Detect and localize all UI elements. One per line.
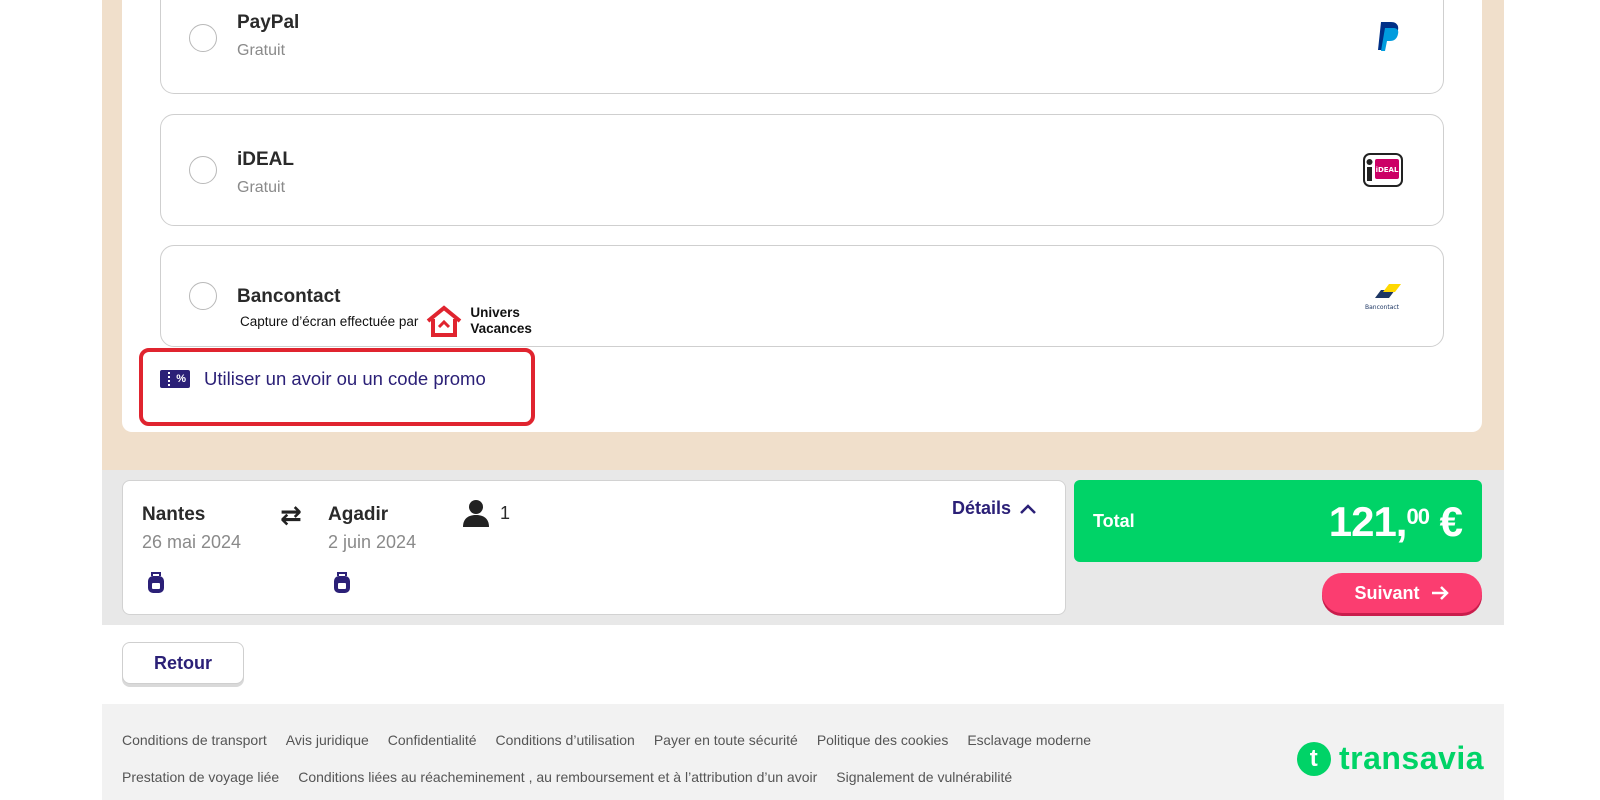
passenger-icon bbox=[463, 500, 489, 527]
arrow-right-icon bbox=[1431, 586, 1449, 600]
total-amount-main: 121, bbox=[1328, 498, 1408, 545]
total-currency: € bbox=[1428, 498, 1463, 545]
round-trip-icon: ⇄ bbox=[280, 500, 302, 530]
transavia-logo-icon: t bbox=[1296, 741, 1331, 776]
chevron-up-icon bbox=[1020, 503, 1036, 514]
origin-date: 26 mai 2024 bbox=[142, 532, 242, 552]
passenger-count: 1 bbox=[462, 499, 510, 527]
radio-bancontact[interactable] bbox=[189, 282, 217, 310]
screenshot-watermark: Capture d’écran effectuée par Univers Va… bbox=[240, 305, 532, 337]
footer-links-row1: Conditions de transport Avis juridique C… bbox=[122, 732, 1091, 748]
footer-link[interactable]: Conditions liées au réacheminement , au … bbox=[298, 769, 817, 785]
ideal-logo-text: iDEAL bbox=[1376, 166, 1399, 174]
destination-city: Agadir bbox=[328, 504, 389, 525]
next-button[interactable]: Suivant bbox=[1322, 573, 1482, 613]
trip-summary-card bbox=[122, 480, 1066, 615]
voucher-icon: % bbox=[160, 370, 190, 388]
checkout-page: PayPal Gratuit iDEAL Gratuit iDEAL Banco… bbox=[0, 0, 1600, 800]
footer-link[interactable]: Esclavage moderne bbox=[967, 732, 1091, 748]
footer-link[interactable]: Conditions d’utilisation bbox=[496, 732, 635, 748]
bancontact-logo-text: Bancontact bbox=[1365, 304, 1400, 311]
footer: Conditions de transport Avis juridique C… bbox=[102, 704, 1504, 800]
total-box: Total 121,00 € bbox=[1074, 480, 1482, 562]
backpack-icon bbox=[334, 572, 350, 593]
total-label: Total bbox=[1093, 511, 1135, 531]
footer-link[interactable]: Signalement de vulnérabilité bbox=[836, 769, 1012, 785]
radio-ideal[interactable] bbox=[189, 156, 217, 184]
ideal-icon: iDEAL bbox=[1363, 153, 1403, 192]
next-label: Suivant bbox=[1354, 582, 1420, 603]
details-toggle[interactable]: Détails bbox=[952, 498, 1037, 519]
footer-link[interactable]: Payer en toute sécurité bbox=[654, 732, 798, 748]
back-label: Retour bbox=[154, 652, 212, 673]
transavia-logo[interactable]: t transavia bbox=[1296, 740, 1484, 777]
total-amount: 121,00 € bbox=[1328, 498, 1463, 546]
bancontact-icon: Bancontact bbox=[1361, 284, 1403, 317]
footer-link[interactable]: Avis juridique bbox=[286, 732, 369, 748]
watermark-brand-line1: Univers bbox=[470, 305, 520, 320]
payment-option-paypal[interactable]: PayPal Gratuit bbox=[160, 0, 1444, 94]
voucher-icon-text: % bbox=[176, 373, 186, 385]
promo-code-label: Utiliser un avoir ou un code promo bbox=[204, 368, 486, 389]
total-amount-cents: 00 bbox=[1406, 504, 1430, 529]
destination-date: 2 juin 2024 bbox=[328, 532, 417, 552]
payment-name: iDEAL bbox=[237, 149, 294, 170]
back-button[interactable]: Retour bbox=[122, 642, 244, 684]
payment-name: PayPal bbox=[237, 12, 300, 33]
payment-price: Gratuit bbox=[237, 179, 286, 196]
house-logo-icon bbox=[427, 305, 462, 337]
radio-paypal[interactable] bbox=[189, 24, 217, 52]
passenger-number: 1 bbox=[500, 502, 511, 523]
footer-links-row2: Prestation de voyage liée Conditions lié… bbox=[122, 769, 1012, 785]
promo-code-link[interactable]: % Utiliser un avoir ou un code promo bbox=[160, 368, 486, 390]
payment-price: Gratuit bbox=[237, 42, 286, 59]
footer-link[interactable]: Confidentialité bbox=[388, 732, 477, 748]
payment-option-ideal[interactable]: iDEAL Gratuit iDEAL bbox=[160, 114, 1444, 226]
watermark-brand-line2: Vacances bbox=[470, 321, 532, 336]
origin-city: Nantes bbox=[142, 504, 206, 525]
footer-link[interactable]: Politique des cookies bbox=[817, 732, 949, 748]
backpack-icon bbox=[148, 572, 164, 593]
transavia-logo-text: transavia bbox=[1338, 740, 1484, 776]
watermark-text: Capture d’écran effectuée par bbox=[240, 313, 419, 329]
paypal-icon bbox=[1375, 20, 1403, 57]
details-label: Détails bbox=[952, 498, 1012, 518]
footer-link[interactable]: Prestation de voyage liée bbox=[122, 769, 279, 785]
footer-link[interactable]: Conditions de transport bbox=[122, 732, 267, 748]
